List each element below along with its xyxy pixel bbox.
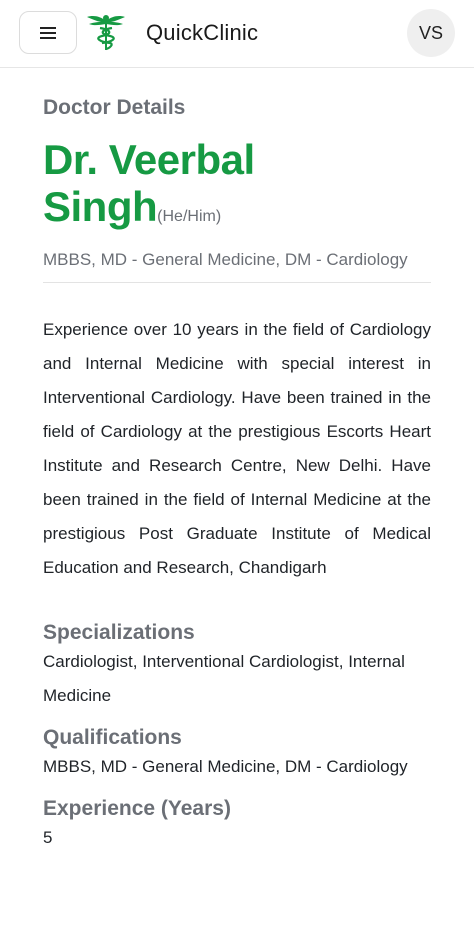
experience-title: Experience (Years) bbox=[43, 797, 231, 820]
doctor-pronouns: (He/Him) bbox=[157, 208, 222, 225]
doctor-name-line1: Dr. Veerbal bbox=[43, 136, 255, 183]
doctor-name-line2: Singh bbox=[43, 183, 158, 230]
experience-value: 5 bbox=[43, 828, 53, 847]
qualifications-value: MBBS, MD - General Medicine, DM - Cardio… bbox=[43, 757, 408, 776]
doctor-qualifications-subtitle: MBBS, MD - General Medicine, DM - Cardio… bbox=[43, 250, 408, 269]
specializations-value: Cardiologist, Interventional Cardiologis… bbox=[43, 652, 405, 705]
menu-button[interactable] bbox=[19, 11, 77, 54]
qualifications-title: Qualifications bbox=[43, 726, 182, 749]
divider bbox=[43, 282, 431, 283]
specializations-title: Specializations bbox=[43, 621, 195, 644]
doctor-details-content: Doctor Details Dr. Veerbal Singh(He/Him)… bbox=[43, 96, 431, 855]
doctor-bio: Experience over 10 years in the field of… bbox=[43, 320, 431, 577]
doctor-name-line2-wrap: Singh(He/Him) bbox=[43, 183, 431, 240]
user-avatar[interactable]: VS bbox=[407, 9, 455, 57]
caduceus-icon[interactable] bbox=[86, 12, 126, 52]
page-title: Doctor Details bbox=[43, 96, 186, 119]
top-bar: QuickClinic VS bbox=[0, 0, 474, 68]
hamburger-menu-icon bbox=[40, 26, 56, 39]
app-title[interactable]: QuickClinic bbox=[146, 20, 258, 46]
doctor-name: Dr. Veerbal Singh(He/Him) bbox=[43, 136, 431, 240]
